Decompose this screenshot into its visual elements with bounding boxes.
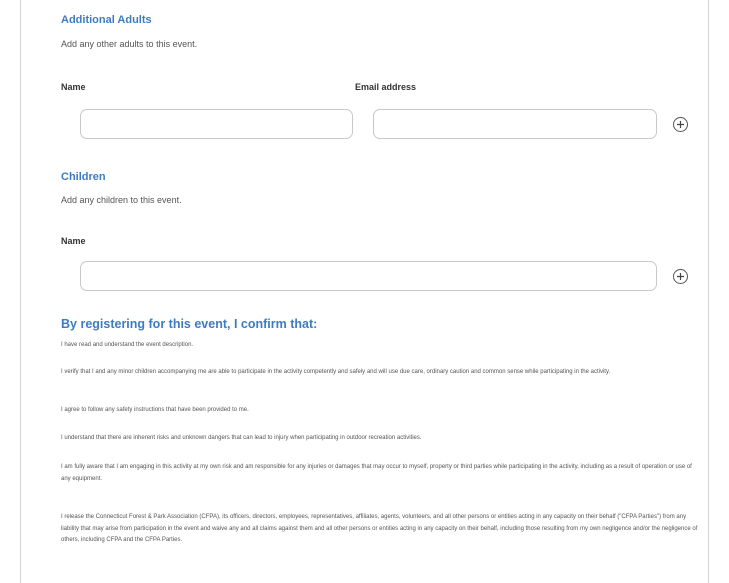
adult-name-label: Name <box>61 82 86 92</box>
child-name-input[interactable] <box>80 261 657 291</box>
adults-section-title: Additional Adults <box>61 14 152 26</box>
children-section-subtitle: Add any children to this event. <box>61 195 182 205</box>
confirmation-title: By registering for this event, I confirm… <box>61 317 318 331</box>
confirmation-item: I have read and understand the event des… <box>61 342 194 348</box>
confirmation-item: I understand that there are inherent ris… <box>61 435 422 441</box>
add-adult-button[interactable] <box>673 117 688 132</box>
children-section-title: Children <box>61 171 106 183</box>
confirmation-item: I verify that I and any minor children a… <box>61 369 611 375</box>
adult-email-label: Email address <box>355 82 417 92</box>
plus-circle-icon <box>676 120 685 129</box>
adult-email-input[interactable] <box>373 109 657 139</box>
registration-form-frame: Additional Adults Add any other adults t… <box>20 0 709 583</box>
adult-name-input[interactable] <box>80 109 353 139</box>
plus-circle-icon <box>676 272 685 281</box>
adults-section-subtitle: Add any other adults to this event. <box>61 39 198 49</box>
confirmation-item: I agree to follow any safety instruction… <box>61 407 249 413</box>
child-name-label: Name <box>61 236 86 246</box>
add-child-button[interactable] <box>673 269 688 284</box>
confirmation-item: I am fully aware that I am engaging in t… <box>61 464 692 482</box>
confirmation-item: I release the Connecticut Forest & Park … <box>61 514 698 543</box>
